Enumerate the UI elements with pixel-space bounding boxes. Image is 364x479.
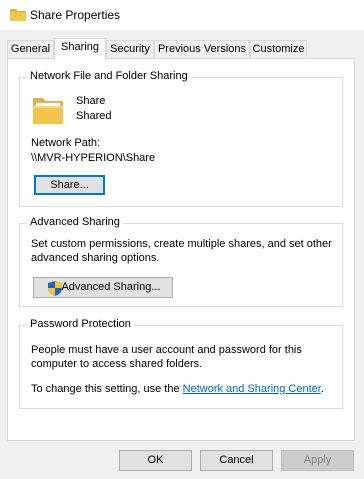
folder-icon	[33, 98, 63, 124]
tab-strip: General Sharing Security Previous Versio…	[7, 38, 357, 60]
change-setting-prefix: To change this setting, use the	[31, 383, 183, 395]
advanced-sharing-group: Advanced Sharing Set custom permissions,…	[19, 216, 343, 307]
apply-button[interactable]: Apply	[281, 450, 354, 471]
network-path-value: \\MVR-HYPERION\Share	[31, 152, 156, 164]
folder-name: Share	[76, 95, 106, 107]
share-properties-dialog: Share Properties General Sharing Securit…	[0, 0, 364, 479]
advanced-sharing-description-line1: Set custom permissions, create multiple …	[31, 238, 332, 250]
tab-customize[interactable]: Customize	[250, 40, 307, 59]
advanced-sharing-button-label: Advanced Sharing...	[61, 281, 161, 293]
cancel-button[interactable]: Cancel	[200, 450, 273, 471]
network-sharing-group: Network File and Folder Sharing Share Sh…	[19, 70, 343, 207]
share-status: Shared	[76, 110, 112, 122]
network-path-label: Network Path:	[31, 137, 101, 149]
title-bar[interactable]: Share Properties	[0, 0, 364, 30]
password-protection-line1: People must have a user account and pass…	[31, 344, 302, 356]
share-button[interactable]: Share...	[34, 175, 105, 195]
password-protection-group: Password Protection People must have a u…	[19, 318, 343, 409]
advanced-sharing-description-line2: advanced sharing options.	[31, 252, 160, 264]
change-setting-text: To change this setting, use the Network …	[31, 383, 324, 395]
sharing-tab-panel: Network File and Folder Sharing Share Sh…	[7, 58, 355, 441]
folder-icon	[10, 9, 26, 21]
change-setting-suffix: .	[320, 383, 324, 395]
ok-button[interactable]: OK	[119, 450, 192, 471]
tab-sharing[interactable]: Sharing	[54, 38, 106, 60]
advanced-sharing-button[interactable]: Advanced Sharing...	[33, 277, 173, 298]
tab-previous-versions[interactable]: Previous Versions	[154, 40, 250, 59]
window-title: Share Properties	[30, 8, 121, 22]
network-sharing-center-link[interactable]: Network and Sharing Center	[183, 383, 321, 395]
password-protection-title: Password Protection	[27, 318, 134, 330]
tab-general[interactable]: General	[7, 40, 54, 59]
advanced-sharing-title: Advanced Sharing	[27, 216, 123, 228]
password-protection-line2: computer to access shared folders.	[31, 358, 203, 370]
network-sharing-title: Network File and Folder Sharing	[27, 70, 191, 82]
shield-icon	[48, 281, 62, 296]
tab-security[interactable]: Security	[106, 40, 154, 59]
